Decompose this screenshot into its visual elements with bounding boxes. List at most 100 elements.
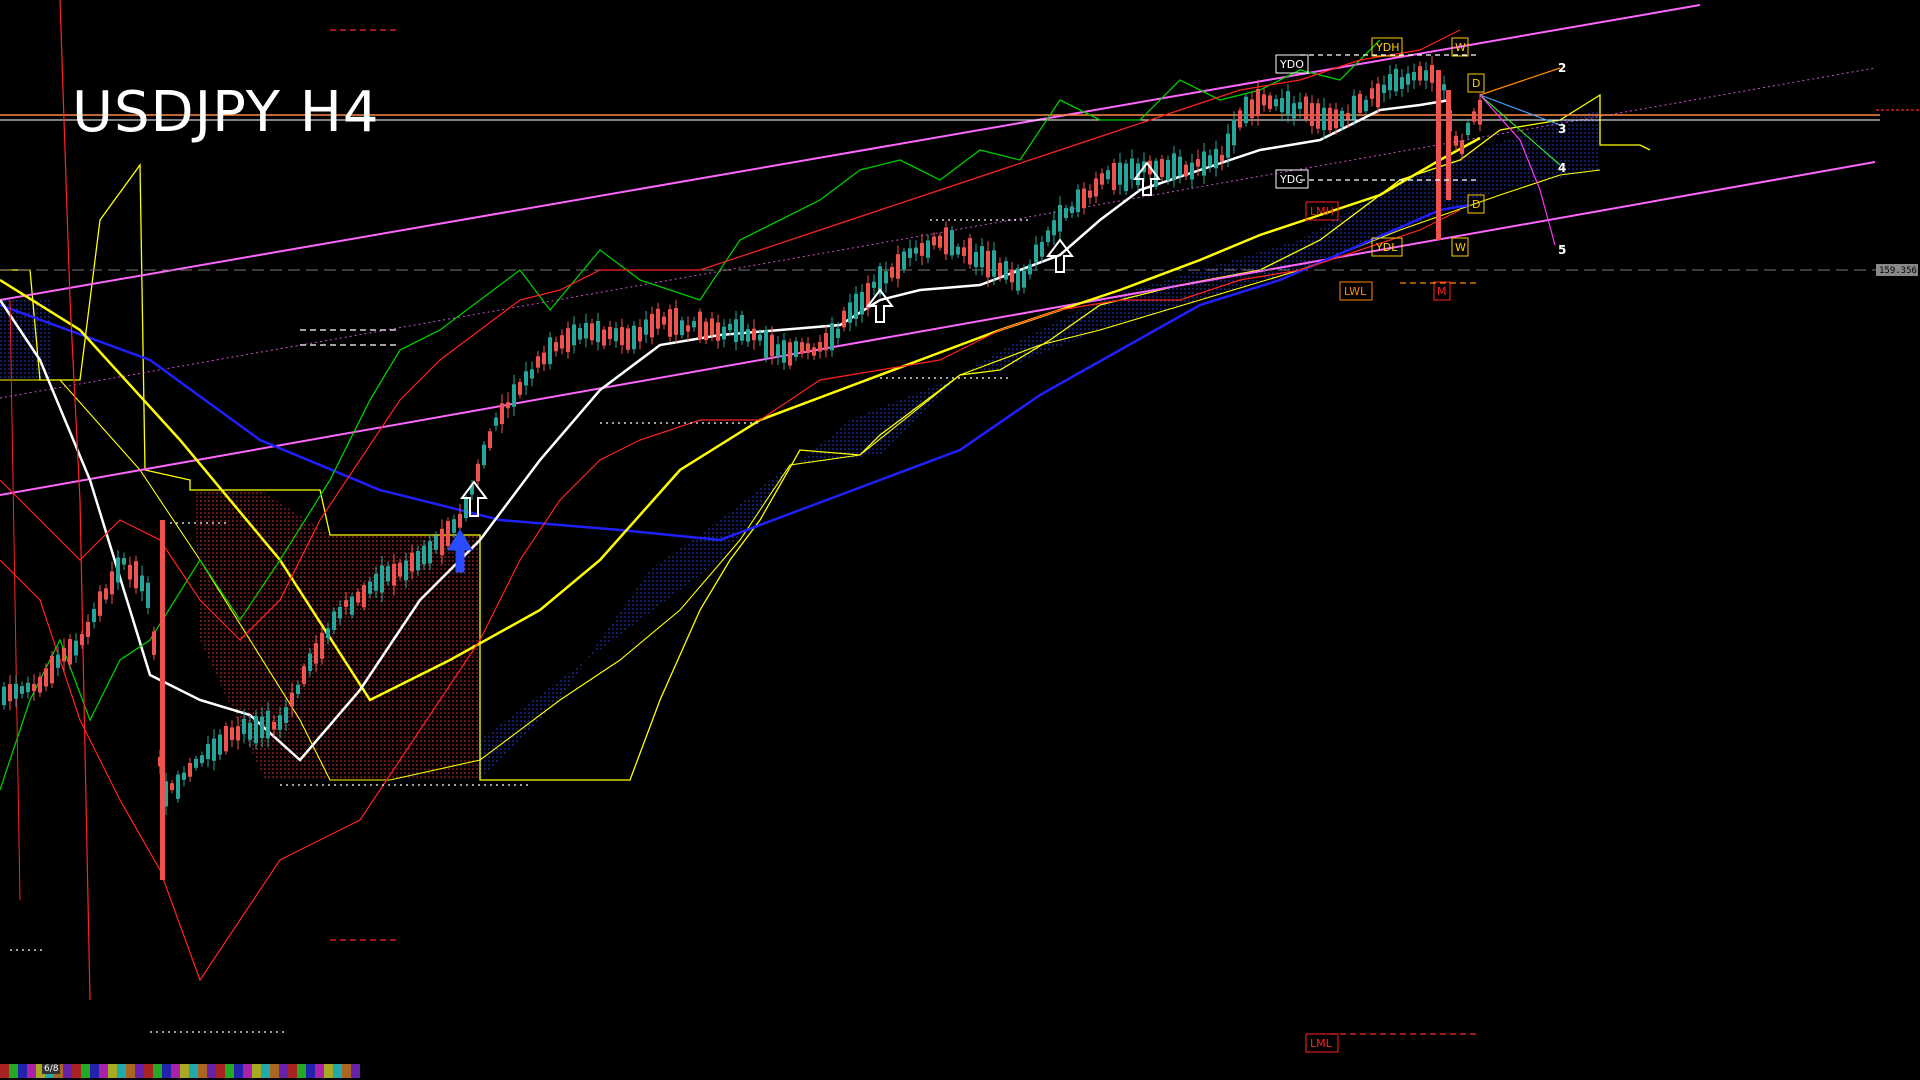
candle-body [62, 647, 66, 662]
candle-body [680, 320, 684, 336]
page-counter-cell[interactable] [27, 1064, 36, 1078]
page-counter-cell[interactable] [108, 1064, 117, 1078]
candle-body [1070, 206, 1074, 214]
candle-body [512, 384, 516, 407]
candle-body [698, 311, 702, 340]
candle-body [614, 328, 618, 342]
candle-body [908, 248, 912, 258]
candle-body [668, 309, 672, 337]
candle-body [1202, 151, 1206, 176]
candle-body [1082, 188, 1086, 209]
page-counter-cell[interactable] [72, 1064, 81, 1078]
page-counter-cell[interactable] [162, 1064, 171, 1078]
page-counter-cell[interactable] [63, 1064, 72, 1078]
page-counter-cell[interactable] [270, 1064, 279, 1078]
label-lwl: LWL [1344, 285, 1367, 298]
candle-body [734, 319, 738, 343]
candle-body [1352, 95, 1356, 120]
candle-body [794, 341, 798, 357]
page-counter-cell[interactable] [288, 1064, 297, 1078]
candle-body [140, 575, 144, 592]
candle-body [1004, 261, 1008, 280]
candle-body [1040, 241, 1044, 257]
page-counter-cell[interactable] [198, 1064, 207, 1078]
page-counter-cell[interactable] [279, 1064, 288, 1078]
page-counter-cell[interactable] [135, 1064, 144, 1078]
candle-body [944, 227, 948, 255]
page-counter-cell[interactable] [342, 1064, 351, 1078]
page-counter-cell[interactable] [261, 1064, 270, 1078]
page-counter-cell[interactable] [189, 1064, 198, 1078]
page-counter-cell[interactable] [180, 1064, 189, 1078]
candle-body [170, 783, 174, 791]
candle-body [896, 254, 900, 279]
candle-body [1358, 93, 1362, 113]
page-counter-cell[interactable] [171, 1064, 180, 1078]
candle-body [1364, 99, 1368, 112]
candle-body [806, 343, 810, 354]
candle-body [242, 718, 246, 735]
page-counter-cell[interactable] [117, 1064, 126, 1078]
candle-body [860, 291, 864, 315]
page-counter-cell[interactable] [297, 1064, 306, 1078]
page-counter-cell[interactable] [0, 1064, 9, 1078]
candle-body [440, 528, 444, 556]
page-counter-cell[interactable] [144, 1064, 153, 1078]
page-counter-cell[interactable] [126, 1064, 135, 1078]
page-counter-cell[interactable] [324, 1064, 333, 1078]
candle-body [1058, 205, 1062, 232]
page-counter-cell[interactable] [99, 1064, 108, 1078]
candle-body [290, 692, 294, 707]
candle-body [272, 721, 276, 730]
candle-body [1166, 159, 1170, 181]
price-tag-text: 159.356 [1879, 266, 1917, 276]
label-lml: LML [1310, 1037, 1333, 1050]
page-counter-cell[interactable] [9, 1064, 18, 1078]
candle-body [1382, 84, 1386, 94]
candle-body [428, 541, 432, 564]
candle-body [278, 715, 282, 730]
candle-body [1298, 102, 1302, 109]
candle-body [218, 734, 222, 755]
candle-body [320, 632, 324, 659]
candle-body [716, 322, 720, 341]
page-counter-cell[interactable] [216, 1064, 225, 1078]
page-counter-cell[interactable] [234, 1064, 243, 1078]
candle-body [458, 513, 462, 528]
page-counter-cell[interactable] [306, 1064, 315, 1078]
page-counter-cell[interactable] [333, 1064, 342, 1078]
candle-body [92, 608, 96, 623]
page-counter-cell[interactable] [207, 1064, 216, 1078]
label-ydh: YDH [1375, 41, 1399, 54]
page-counter-cell[interactable] [18, 1064, 27, 1078]
candle-body [740, 315, 744, 341]
page-counter-cell[interactable] [351, 1064, 360, 1078]
page-counter-cell[interactable] [153, 1064, 162, 1078]
candle-body [1094, 178, 1098, 197]
candle-body [542, 352, 546, 365]
page-counter-cell[interactable] [315, 1064, 324, 1078]
page-counter-cell[interactable] [252, 1064, 261, 1078]
candle-body [1388, 74, 1392, 91]
candle-body [596, 320, 600, 343]
candle-body [710, 318, 714, 335]
candle-body [26, 682, 30, 693]
candle-body [638, 326, 642, 342]
candle-body [1262, 94, 1266, 106]
page-counter-cell[interactable] [243, 1064, 252, 1078]
candle-body [56, 654, 60, 668]
candle-body [1256, 88, 1260, 117]
candle-body [986, 250, 990, 278]
page-counter-cell[interactable] [90, 1064, 99, 1078]
page-counter-cell[interactable] [225, 1064, 234, 1078]
candle-body [1334, 109, 1338, 129]
candle-body [1328, 107, 1332, 131]
candle-body [386, 566, 390, 582]
candle-body [974, 251, 978, 267]
candle-body [890, 267, 894, 278]
candle-body [212, 738, 216, 761]
candle-body [1316, 103, 1320, 129]
candle-body [482, 444, 486, 466]
page-counter-cell[interactable] [81, 1064, 90, 1078]
candle-body [1034, 244, 1038, 263]
